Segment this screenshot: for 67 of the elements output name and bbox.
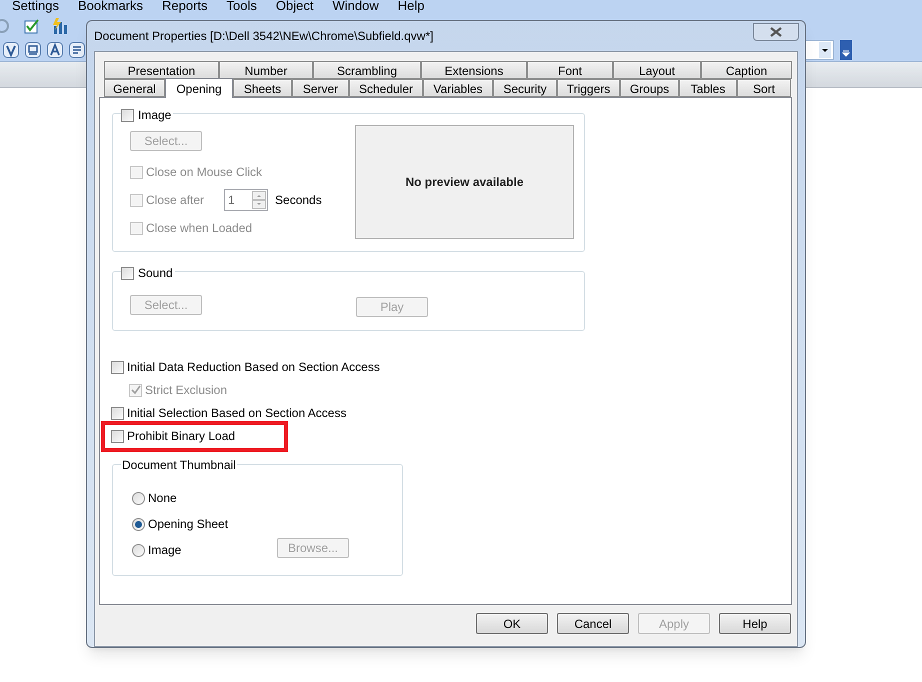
window-title: Document Properties [D:\Dell 3542\NEw\Chrome\Subfield.qvw*] bbox=[94, 28, 434, 45]
tab[interactable]: Server bbox=[292, 79, 349, 97]
tab[interactable]: Scheduler bbox=[349, 79, 423, 97]
menu-item[interactable]: Window bbox=[332, 0, 379, 14]
checkbox[interactable] bbox=[111, 360, 124, 374]
button[interactable]: Help bbox=[719, 613, 791, 634]
checkbox[interactable] bbox=[121, 108, 134, 122]
tab[interactable]: General bbox=[104, 79, 165, 97]
checkbox[interactable] bbox=[121, 266, 134, 280]
radio-label: Image bbox=[148, 542, 182, 559]
list-button-icon[interactable] bbox=[69, 42, 85, 58]
monitor-button-icon[interactable] bbox=[25, 42, 41, 58]
checkbox-label: Close on Mouse Click bbox=[146, 164, 262, 181]
search-icon[interactable] bbox=[0, 18, 12, 34]
toolbar-options-icon[interactable] bbox=[840, 40, 852, 60]
button: Play bbox=[356, 297, 428, 317]
tab[interactable]: Number bbox=[219, 61, 313, 79]
tab[interactable]: Sort bbox=[737, 79, 791, 97]
close-button[interactable] bbox=[753, 23, 799, 41]
button: Apply bbox=[638, 613, 710, 634]
checkbox-label: Prohibit Binary Load bbox=[127, 428, 236, 445]
tab[interactable]: Caption bbox=[701, 61, 792, 79]
tab[interactable]: Opening bbox=[165, 78, 233, 98]
bar-chart-icon[interactable] bbox=[52, 17, 70, 35]
tab[interactable]: Layout bbox=[613, 61, 701, 79]
close-icon bbox=[770, 27, 782, 37]
radio-label: Opening Sheet bbox=[148, 516, 228, 533]
menu-item[interactable]: Settings bbox=[12, 0, 59, 14]
tab[interactable]: Extensions bbox=[421, 61, 527, 79]
tab[interactable]: Variables bbox=[423, 79, 493, 97]
checkbox[interactable] bbox=[111, 430, 124, 442]
menu-item[interactable]: Object bbox=[276, 0, 314, 14]
menu-item[interactable]: Bookmarks bbox=[78, 0, 144, 14]
menu-item[interactable]: Help bbox=[398, 0, 424, 14]
spinner-arrows-icon[interactable] bbox=[252, 191, 266, 209]
tab[interactable]: Tables bbox=[679, 79, 737, 97]
checkbox-label: Initial Selection Based on Section Access bbox=[127, 405, 346, 422]
checkbox-label: Image bbox=[138, 107, 172, 124]
checkbox-label: Initial Data Reduction Based on Section Access bbox=[127, 359, 380, 376]
menu-item[interactable]: Reports bbox=[162, 0, 208, 14]
text-button-icon[interactable] bbox=[47, 42, 63, 58]
checkbox[interactable] bbox=[111, 406, 124, 420]
tab[interactable]: Sheets bbox=[233, 79, 292, 97]
preview-pane: No preview available bbox=[355, 125, 574, 239]
button: Select... bbox=[130, 131, 202, 151]
button[interactable]: Cancel bbox=[557, 613, 629, 634]
radio-button[interactable] bbox=[132, 544, 145, 556]
tab[interactable]: Triggers bbox=[557, 79, 620, 97]
checkbox-label: Strict Exclusion bbox=[145, 382, 228, 399]
tab[interactable]: Scrambling bbox=[313, 61, 421, 79]
unit-label: Seconds bbox=[275, 192, 322, 209]
radio-label: None bbox=[148, 490, 177, 507]
menu-item[interactable]: Tools bbox=[226, 0, 257, 14]
button[interactable]: OK bbox=[476, 613, 548, 634]
radio-button[interactable] bbox=[132, 492, 145, 504]
checkbox-label: Close after bbox=[146, 192, 204, 209]
button: Select... bbox=[130, 295, 202, 315]
checkbox-label: Sound bbox=[138, 265, 173, 282]
checkbox-icon[interactable] bbox=[24, 18, 40, 34]
radio-button[interactable] bbox=[132, 518, 145, 530]
button: Browse... bbox=[277, 538, 349, 558]
tab[interactable]: Presentation bbox=[104, 61, 219, 79]
tab[interactable]: Font bbox=[527, 61, 613, 79]
checkbox-label: Close when Loaded bbox=[146, 220, 252, 237]
v-button-icon[interactable] bbox=[3, 42, 19, 58]
tab[interactable]: Groups bbox=[620, 79, 679, 97]
tab[interactable]: Security bbox=[493, 79, 557, 97]
